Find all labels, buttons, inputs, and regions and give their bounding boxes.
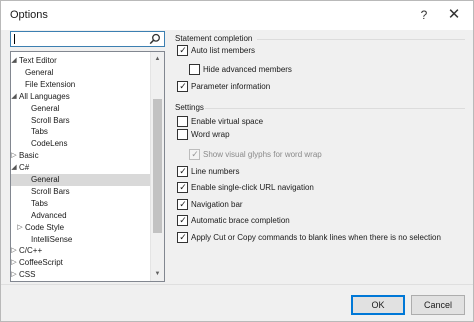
close-button[interactable]: ✕ <box>443 5 465 25</box>
checkbox-label: Word wrap <box>191 130 230 139</box>
tree-item[interactable]: CodeLens <box>11 138 150 150</box>
text-caret <box>14 34 15 44</box>
checkbox[interactable]: ✓ <box>177 182 188 193</box>
tree-item[interactable]: General <box>11 103 150 115</box>
checkbox[interactable]: ✓ <box>177 232 188 243</box>
checkmark-icon: ✓ <box>179 215 187 225</box>
tree-item-label: CSS <box>19 270 36 280</box>
expand-arrow-icon[interactable]: ▷ <box>11 150 18 162</box>
checkbox[interactable]: ✓ <box>177 199 188 210</box>
tree-item-label: General <box>31 175 60 184</box>
tree-item-label: Tabs <box>31 198 48 208</box>
checkbox-label: Hide advanced members <box>203 65 292 74</box>
checkbox-label: Apply Cut or Copy commands to blank line… <box>191 233 441 242</box>
tree-item[interactable]: ▷ CSS <box>11 269 150 281</box>
tree-item[interactable]: General <box>11 67 150 79</box>
checkbox[interactable]: ✓ <box>177 166 188 177</box>
checkbox[interactable] <box>189 64 200 75</box>
options-dialog: Options ? ✕ ▷ CSS ▷ CoffeeScript ▷ C/C++ Intel… <box>0 0 474 322</box>
help-button[interactable]: ? <box>413 5 435 25</box>
settings-title: Settings <box>175 103 204 112</box>
checkbox-label: Auto list members <box>191 46 256 55</box>
tree-item-label: Scroll Bars <box>31 115 70 125</box>
collapse-arrow-icon[interactable]: ◢ <box>11 162 18 174</box>
checkmark-icon: ✓ <box>179 182 187 192</box>
scrollbar-thumb[interactable] <box>153 99 162 233</box>
checkbox-label: Automatic brace completion <box>191 216 290 225</box>
tree-item[interactable]: ▷ C/C++ <box>11 245 150 257</box>
tree-item[interactable]: General <box>11 174 150 186</box>
tree-item[interactable]: Advanced <box>11 210 150 222</box>
checkbox[interactable]: ✓ <box>177 215 188 226</box>
checkmark-icon: ✓ <box>179 199 187 209</box>
tree-item[interactable]: ▷ Basic <box>11 150 150 162</box>
tree-item[interactable]: IntelliSense <box>11 234 150 246</box>
checkmark-icon: ✓ <box>179 81 187 91</box>
tree-item-label: File Extension <box>25 79 76 89</box>
tree-item[interactable]: Scroll Bars <box>11 115 150 127</box>
tree-item-label: CodeLens <box>31 139 68 149</box>
dialog-title: Options <box>10 9 48 21</box>
checkbox-label: Parameter information <box>191 82 271 91</box>
collapse-arrow-icon[interactable]: ◢ <box>11 55 18 67</box>
expand-arrow-icon[interactable]: ▷ <box>16 222 24 234</box>
group-divider <box>257 39 465 40</box>
group-divider <box>205 108 465 109</box>
tree-item[interactable]: Tabs <box>11 198 150 210</box>
tree-item-label: Code Style <box>25 222 65 232</box>
tree-item-label: Basic <box>19 151 39 161</box>
tree-item-label: All Languages <box>19 91 70 101</box>
search-input[interactable] <box>10 31 165 47</box>
checkbox[interactable]: ✓ <box>177 81 188 92</box>
tree-item-label: General <box>31 103 60 113</box>
cancel-button[interactable]: Cancel <box>411 295 465 315</box>
tree-item-label: Advanced <box>31 210 67 220</box>
tree-item-label: CoffeeScript <box>19 258 63 268</box>
tree-item[interactable]: Tabs <box>11 126 150 138</box>
checkmark-icon: ✓ <box>179 166 187 176</box>
checkbox-label: Show visual glyphs for word wrap <box>203 150 322 159</box>
options-tree: ▷ CSS ▷ CoffeeScript ▷ C/C++ IntelliSense ▷ Code… <box>10 51 165 282</box>
collapse-arrow-icon[interactable]: ◢ <box>11 91 18 103</box>
tree-item-label: General <box>25 67 54 77</box>
tree-item[interactable]: ▷ CoffeeScript <box>11 257 150 269</box>
checkbox[interactable]: ✓ <box>177 45 188 56</box>
dialog-body: ▷ CSS ▷ CoffeeScript ▷ C/C++ IntelliSense ▷ Code… <box>1 30 473 284</box>
dialog-footer: OK Cancel <box>1 284 473 321</box>
tree-item[interactable]: ▷ Code Style <box>11 222 150 234</box>
scroll-down-arrow-icon[interactable]: ▼ <box>151 267 164 281</box>
checkbox-label: Enable single-click URL navigation <box>191 183 314 192</box>
tree-item[interactable]: Scroll Bars <box>11 186 150 198</box>
tree-item-label: Text Editor <box>19 56 57 65</box>
search-icon[interactable] <box>149 33 161 45</box>
tree-item-label: C# <box>19 163 30 173</box>
tree-item-label: IntelliSense <box>31 234 73 244</box>
tree-scrollbar[interactable]: ▲ ▼ <box>150 52 164 281</box>
tree-item[interactable]: File Extension <box>11 79 150 91</box>
expand-arrow-icon[interactable]: ▷ <box>11 269 18 281</box>
scroll-up-arrow-icon[interactable]: ▲ <box>151 52 164 66</box>
checkmark-icon: ✓ <box>179 232 187 242</box>
tree-item-label: Tabs <box>31 127 48 137</box>
checkbox: ✓ <box>189 149 200 160</box>
title-bar: Options ? ✕ <box>1 1 473 30</box>
expand-arrow-icon[interactable]: ▷ <box>11 245 18 257</box>
tree-item-label: C/C++ <box>19 246 43 256</box>
tree-item-label: Scroll Bars <box>31 186 70 196</box>
ok-button[interactable]: OK <box>351 295 405 315</box>
statement-completion-title: Statement completion <box>175 34 253 43</box>
checkbox-label: Navigation bar <box>191 200 243 209</box>
expand-arrow-icon[interactable]: ▷ <box>11 257 18 269</box>
checkbox[interactable] <box>177 129 188 140</box>
checkmark-icon: ✓ <box>179 45 187 55</box>
checkbox-label: Enable virtual space <box>191 117 264 126</box>
tree-item[interactable]: ◢ All Languages <box>11 91 150 103</box>
tree-item[interactable]: ◢ Text Editor <box>11 55 150 67</box>
checkbox[interactable] <box>177 116 188 127</box>
checkmark-icon: ✓ <box>191 149 199 159</box>
tree-item[interactable]: ◢ C# <box>11 162 150 174</box>
checkbox-label: Line numbers <box>191 167 240 176</box>
